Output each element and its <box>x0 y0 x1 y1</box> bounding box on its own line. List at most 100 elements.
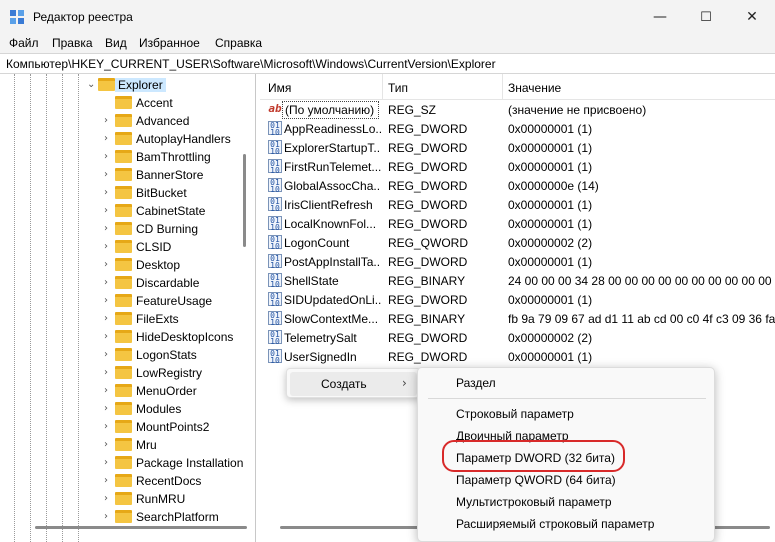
menu-file[interactable]: Файл <box>9 36 39 50</box>
chevron-right-icon[interactable]: › <box>104 403 114 415</box>
list-row[interactable]: 01 10 AppReadinessLo... REG_DWORD 0x00000001… <box>260 119 775 138</box>
chevron-right-icon[interactable]: › <box>104 205 114 217</box>
chevron-right-icon[interactable]: › <box>104 133 114 145</box>
tree-item-label: FeatureUsage <box>136 294 213 308</box>
tree-item[interactable]: › FileExts <box>0 310 255 328</box>
tree-item[interactable]: › RecentDocs <box>0 472 255 490</box>
maximize-button[interactable]: ☐ <box>683 0 729 34</box>
chevron-right-icon[interactable]: › <box>104 385 114 397</box>
chevron-right-icon[interactable]: › <box>104 511 114 523</box>
menu-item-string-value[interactable]: Строковый параметр <box>422 403 712 425</box>
chevron-right-icon[interactable]: › <box>104 169 114 181</box>
list-row[interactable]: 01 10 GlobalAssocCha... REG_DWORD 0x0000000e… <box>260 176 775 195</box>
chevron-right-icon[interactable]: › <box>104 259 114 271</box>
list-row[interactable]: 01 10 TelemetrySalt REG_DWORD 0x00000002 (2) <box>260 328 775 347</box>
menu-item-new-key[interactable]: Раздел <box>422 372 712 394</box>
chevron-right-icon[interactable]: › <box>104 223 114 235</box>
list-row[interactable]: 01 10 ExplorerStartupT... REG_DWORD 0x000000… <box>260 138 775 157</box>
column-header-type[interactable]: Тип <box>388 81 408 95</box>
tree-item[interactable]: › HideDesktopIcons <box>0 328 255 346</box>
chevron-right-icon[interactable]: › <box>104 457 114 469</box>
tree-item[interactable]: › Discardable <box>0 274 255 292</box>
chevron-right-icon[interactable]: › <box>104 313 114 325</box>
tree-item[interactable]: › CabinetState <box>0 202 255 220</box>
close-button[interactable]: ✕ <box>729 0 775 34</box>
tree-item-explorer[interactable]: ⌄ Explorer <box>0 76 255 94</box>
list-row[interactable]: 01 10 ShellState REG_BINARY 24 00 00 00 34 2… <box>260 271 775 290</box>
menu-item-multi-string-value[interactable]: Мультистроковый параметр <box>422 491 712 513</box>
tree-item[interactable]: › LowRegistry <box>0 364 255 382</box>
tree-item[interactable]: › BamThrottling <box>0 148 255 166</box>
tree-item[interactable]: Accent <box>0 94 255 112</box>
tree-item[interactable]: › CLSID <box>0 238 255 256</box>
tree-item[interactable]: › AutoplayHandlers <box>0 130 255 148</box>
chevron-right-icon[interactable]: › <box>104 295 114 307</box>
folder-icon <box>115 366 132 379</box>
list-row[interactable]: 01 10 LogonCount REG_QWORD 0x00000002 (2) <box>260 233 775 252</box>
tree-item[interactable]: › Desktop <box>0 256 255 274</box>
column-divider[interactable] <box>502 74 503 100</box>
address-bar[interactable]: Компьютер\HKEY_CURRENT_USER\Software\Mic… <box>0 53 775 74</box>
tree-item[interactable]: › Advanced <box>0 112 255 130</box>
address-path[interactable]: Компьютер\HKEY_CURRENT_USER\Software\Mic… <box>6 57 496 71</box>
menu-view[interactable]: Вид <box>105 36 127 50</box>
chevron-right-icon[interactable]: › <box>104 367 114 379</box>
cell-data: fb 9a 79 09 67 ad d1 11 ab cd 00 c0 4f c… <box>508 312 775 326</box>
list-row[interactable]: 01 10 FirstRunTelemet... REG_DWORD 0x0000000… <box>260 157 775 176</box>
chevron-right-icon[interactable]: › <box>104 187 114 199</box>
tree-item-label: Discardable <box>136 276 200 290</box>
tree-item[interactable]: › RunMRU <box>0 490 255 508</box>
column-divider[interactable] <box>382 74 383 100</box>
list-row[interactable]: 01 10 LocalKnownFol... REG_DWORD 0x00000001 … <box>260 214 775 233</box>
tree-item[interactable]: › Modules <box>0 400 255 418</box>
title-bar: Редактор реестра — ☐ ✕ <box>0 0 775 34</box>
list-row[interactable]: 01 10 SlowContextMe... REG_BINARY fb 9a 79 0… <box>260 309 775 328</box>
cell-name: SIDUpdatedOnLi... <box>284 293 381 307</box>
tree-item-label: HideDesktopIcons <box>136 330 234 344</box>
chevron-right-icon[interactable]: › <box>104 151 114 163</box>
registry-tree[interactable]: ⌄ Explorer Accent › Advanced › AutoplayHandl… <box>0 74 256 542</box>
minimize-button[interactable]: — <box>637 0 683 34</box>
tree-item[interactable]: › MountPoints2 <box>0 418 255 436</box>
tree-horizontal-scrollbar[interactable] <box>35 526 247 529</box>
list-row[interactable]: 01 10 PostAppInstallTa... REG_DWORD 0x000000… <box>260 252 775 271</box>
chevron-right-icon[interactable]: › <box>104 241 114 253</box>
menu-edit[interactable]: Правка <box>52 36 93 50</box>
menu-item-qword-value[interactable]: Параметр QWORD (64 бита) <box>422 469 712 491</box>
column-header-data[interactable]: Значение <box>508 81 561 95</box>
list-row[interactable]: ab (По умолчанию) REG_SZ (значение не присв… <box>260 100 775 119</box>
chevron-right-icon[interactable]: › <box>104 439 114 451</box>
chevron-right-icon[interactable]: › <box>104 115 114 127</box>
menu-favorites[interactable]: Избранное <box>139 36 200 50</box>
chevron-right-icon[interactable]: › <box>104 493 114 505</box>
chevron-down-icon[interactable]: ⌄ <box>87 79 97 91</box>
tree-item-label: BannerStore <box>136 168 204 182</box>
folder-icon <box>115 240 132 253</box>
chevron-right-icon[interactable]: › <box>104 331 114 343</box>
tree-item[interactable]: › Package Installation <box>0 454 255 472</box>
window-title: Редактор реестра <box>33 10 133 24</box>
tree-vertical-scrollbar[interactable] <box>243 154 246 247</box>
cell-type: REG_BINARY <box>388 312 466 326</box>
tree-item[interactable]: › Mru <box>0 436 255 454</box>
column-header-name[interactable]: Имя <box>268 81 291 95</box>
cell-name: ExplorerStartupT... <box>284 141 381 155</box>
list-row[interactable]: 01 10 SIDUpdatedOnLi... REG_DWORD 0x00000001… <box>260 290 775 309</box>
tree-item[interactable]: › MenuOrder <box>0 382 255 400</box>
menu-item-create[interactable]: Создать › <box>290 372 417 396</box>
chevron-right-icon[interactable]: › <box>104 277 114 289</box>
list-row[interactable]: 01 10 IrisClientRefresh REG_DWORD 0x00000001… <box>260 195 775 214</box>
tree-item[interactable]: › FeatureUsage <box>0 292 255 310</box>
tree-item[interactable]: › SearchPlatform <box>0 508 255 526</box>
list-row[interactable]: 01 10 UserSignedIn REG_DWORD 0x00000001 (1) <box>260 347 775 366</box>
tree-item[interactable]: › BannerStore <box>0 166 255 184</box>
chevron-right-icon[interactable]: › <box>104 475 114 487</box>
menu-item-expandable-string-value[interactable]: Расширяемый строковый параметр <box>422 513 712 535</box>
folder-icon <box>115 294 132 307</box>
chevron-right-icon[interactable]: › <box>104 421 114 433</box>
tree-item[interactable]: › CD Burning <box>0 220 255 238</box>
menu-help[interactable]: Справка <box>215 36 262 50</box>
chevron-right-icon[interactable]: › <box>104 349 114 361</box>
tree-item[interactable]: › LogonStats <box>0 346 255 364</box>
tree-item[interactable]: › BitBucket <box>0 184 255 202</box>
